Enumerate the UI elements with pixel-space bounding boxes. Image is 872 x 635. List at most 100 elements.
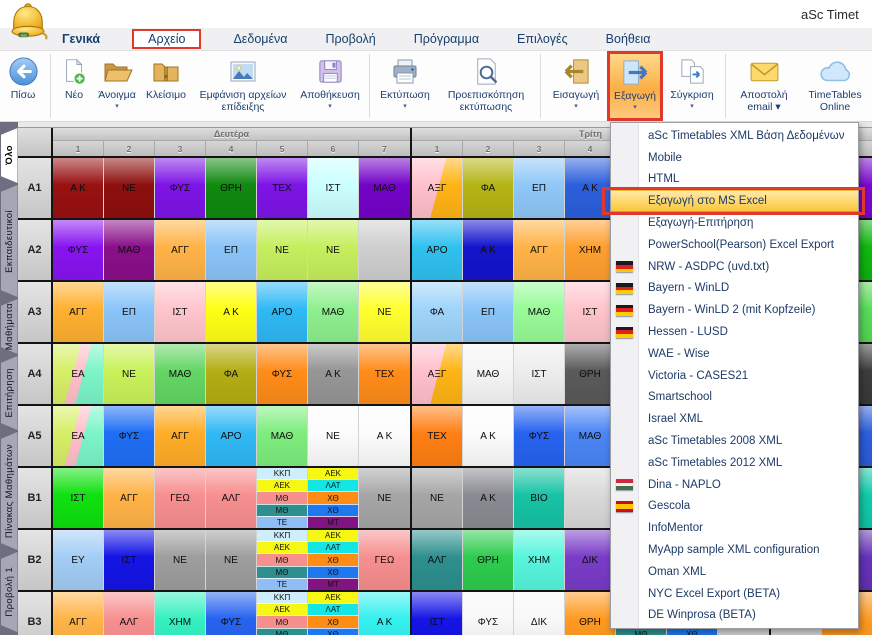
timetable-cell[interactable]: ΑΞΓ xyxy=(412,344,463,404)
export-menu-item-14[interactable]: aSc Timetables 2008 XML xyxy=(611,430,858,452)
timetable-cell[interactable]: ΜΑΘ xyxy=(155,344,206,404)
lesson-strip[interactable]: ΑΕΚ xyxy=(257,603,307,615)
toolbar-button-print[interactable]: Εκτύπωση▾ xyxy=(374,51,436,121)
export-menu-item-20[interactable]: Oman XML xyxy=(611,561,858,583)
timetable-cell[interactable]: ΜΑΘ xyxy=(514,282,565,342)
export-menu-item-21[interactable]: NYC Excel Export (BETA) xyxy=(611,583,858,605)
sidebar-tab-3[interactable]: Επιτήρηση xyxy=(1,356,18,430)
menubar-item-5[interactable]: Επιλογές xyxy=(511,29,574,49)
lesson-strip[interactable]: ΚΚΠ xyxy=(257,592,307,603)
timetable-cell[interactable]: ΦΥΣ xyxy=(463,592,514,635)
timetable-cell[interactable]: ΝΕ xyxy=(257,220,308,280)
sidebar-tab-2[interactable]: Μαθήματα xyxy=(1,299,18,354)
export-menu-item-4[interactable]: Εξαγωγή-Επιτήρηση xyxy=(611,212,858,234)
lesson-strip[interactable]: ΛΑΤ xyxy=(308,603,358,615)
timetable-cell[interactable]: ΑΓΓ xyxy=(53,592,104,635)
timetable-cell[interactable]: ΑΓΓ xyxy=(155,220,206,280)
timetable-cell[interactable]: ΙΣΤ xyxy=(53,468,104,528)
timetable-cell[interactable]: ΝΕ xyxy=(104,344,155,404)
toolbar-button-close[interactable]: Κλείσιμο xyxy=(141,51,191,121)
timetable-cell[interactable]: ΝΕ xyxy=(104,158,155,218)
lesson-strip[interactable]: ΑΕΚ xyxy=(308,530,358,541)
lesson-strip[interactable]: ΤΕ xyxy=(257,578,307,590)
export-menu-item-15[interactable]: aSc Timetables 2012 XML xyxy=(611,452,858,474)
timetable-cell[interactable]: ΤΕΧ xyxy=(412,406,463,466)
export-menu-item-22[interactable]: DE Winprosa (BETA) xyxy=(611,605,858,627)
lesson-strip[interactable]: ΧΘ xyxy=(308,628,358,635)
lesson-strip[interactable]: ΧΘ xyxy=(308,491,358,503)
lesson-strip[interactable]: ΜΘ xyxy=(257,553,307,565)
export-menu-item-7[interactable]: Bayern - WinLD xyxy=(611,278,858,300)
toolbar-button-export[interactable]: Εξαγωγή▾ xyxy=(607,51,663,121)
timetable-cell[interactable]: ΙΣΤ xyxy=(514,344,565,404)
timetable-cell[interactable]: ΑΡΟ xyxy=(257,282,308,342)
timetable-cell[interactable]: ΝΕ xyxy=(155,530,206,590)
timetable-cell[interactable]: ΑΛΓ xyxy=(412,530,463,590)
timetable-cell[interactable]: ΚΚΠΑΕΚΜΘΜΘΤΕ xyxy=(257,468,308,528)
timetable-cell[interactable]: ΝΕ xyxy=(206,530,257,590)
timetable-cell[interactable]: ΧΗΜ xyxy=(565,220,616,280)
timetable-cell[interactable]: ΑΓΓ xyxy=(53,282,104,342)
timetable-cell[interactable]: ΙΣΤ xyxy=(155,282,206,342)
timetable-cell[interactable]: ΚΚΠΑΕΚΜΘΜΘΤΕ xyxy=(257,530,308,590)
menubar-item-6[interactable]: Βοήθεια xyxy=(600,29,657,49)
lesson-strip[interactable]: ΜΘ xyxy=(257,628,307,635)
timetable-cell[interactable]: ΜΑΘ xyxy=(257,406,308,466)
timetable-cell[interactable]: ΦΥΣ xyxy=(206,592,257,635)
export-menu-item-16[interactable]: Dina - NAPLO xyxy=(611,474,858,496)
sidebar-tab-1[interactable]: Εκπαιδευτικοί xyxy=(1,185,18,297)
timetable-cell[interactable]: ΑΓΓ xyxy=(104,468,155,528)
menubar-item-3[interactable]: Προβολή xyxy=(320,29,382,49)
timetable-cell[interactable]: Α Κ xyxy=(565,158,616,218)
timetable-cell[interactable]: ΙΣΤ xyxy=(308,158,359,218)
timetable-cell[interactable]: ΦΑ xyxy=(463,158,514,218)
sidebar-tab-0[interactable]: Όλο xyxy=(1,128,18,183)
lesson-strip[interactable]: ΧΘ xyxy=(308,566,358,578)
timetable-cell[interactable]: ΦΑ xyxy=(206,344,257,404)
timetable-cell[interactable]: ΔΙΚ xyxy=(565,530,616,590)
export-menu-item-17[interactable]: Gescola xyxy=(611,496,858,518)
timetable-cell[interactable]: ΦΑ xyxy=(412,282,463,342)
timetable-cell[interactable]: Α Κ xyxy=(359,406,410,466)
timetable-cell[interactable]: Α Κ xyxy=(463,220,514,280)
sidebar-tab-5[interactable]: Προβολή 1 xyxy=(1,552,18,632)
timetable-cell[interactable]: ΝΕ xyxy=(359,468,410,528)
timetable-cell[interactable]: ΜΑΘ xyxy=(565,406,616,466)
lesson-strip[interactable]: ΜΤ xyxy=(308,516,358,528)
menubar-item-4[interactable]: Πρόγραμμα xyxy=(408,29,485,49)
menubar-item-0[interactable]: Γενικά xyxy=(56,29,106,49)
timetable-cell[interactable]: ΘΡΗ xyxy=(206,158,257,218)
lesson-strip[interactable]: ΜΘ xyxy=(257,491,307,503)
timetable-cell[interactable]: ΜΑΘ xyxy=(359,158,410,218)
timetable-cell[interactable]: ΤΕΧ xyxy=(359,344,410,404)
timetable-cell[interactable]: ΚΚΠΑΕΚΜΘΜΘΤΕ xyxy=(257,592,308,635)
export-menu-item-9[interactable]: Hessen - LUSD xyxy=(611,321,858,343)
export-menu-item-18[interactable]: InfoMentor xyxy=(611,517,858,539)
timetable-cell[interactable]: ΧΗΜ xyxy=(155,592,206,635)
timetable-cell[interactable]: ΕΠ xyxy=(463,282,514,342)
timetable-cell[interactable]: ΑΞΓ xyxy=(412,158,463,218)
timetable-cell[interactable]: ΘΡΗ xyxy=(565,344,616,404)
toolbar-button-save[interactable]: Αποθήκευση▾ xyxy=(295,51,365,121)
toolbar-button-compare[interactable]: Σύγκριση▾ xyxy=(663,51,721,121)
toolbar-button-cloud[interactable]: TimeTablesOnline xyxy=(798,51,872,121)
timetable-cell[interactable]: ΙΣΤ xyxy=(565,282,616,342)
toolbar-button-preview[interactable]: Προεπισκόπησηεκτύπωσης xyxy=(436,51,536,121)
timetable-cell[interactable]: ΘΡΗ xyxy=(463,530,514,590)
menubar-item-1[interactable]: Αρχείο xyxy=(132,29,201,49)
timetable-cell[interactable]: ΝΕ xyxy=(359,282,410,342)
timetable-cell[interactable]: ΑΛΓ xyxy=(206,468,257,528)
timetable-cell[interactable]: ΦΥΣ xyxy=(257,344,308,404)
timetable-cell[interactable]: ΑΡΟ xyxy=(206,406,257,466)
lesson-strip[interactable]: ΑΕΚ xyxy=(257,541,307,553)
sidebar-tab-4[interactable]: Πίνακας Μαθημάτων xyxy=(1,432,18,550)
timetable-cell[interactable]: ΘΡΗ xyxy=(565,592,616,635)
timetable-cell[interactable]: ΑΡΟ xyxy=(412,220,463,280)
timetable-cell[interactable]: ΕΠ xyxy=(206,220,257,280)
timetable-cell[interactable]: ΕΠ xyxy=(104,282,155,342)
timetable-cell[interactable]: ΦΥΣ xyxy=(53,220,104,280)
toolbar-button-email[interactable]: Αποστολήemail ▾ xyxy=(730,51,798,121)
toolbar-button-back[interactable]: Πίσω xyxy=(0,51,46,121)
timetable-cell[interactable]: ΕΥ xyxy=(53,530,104,590)
timetable-cell[interactable]: Α Κ xyxy=(463,406,514,466)
